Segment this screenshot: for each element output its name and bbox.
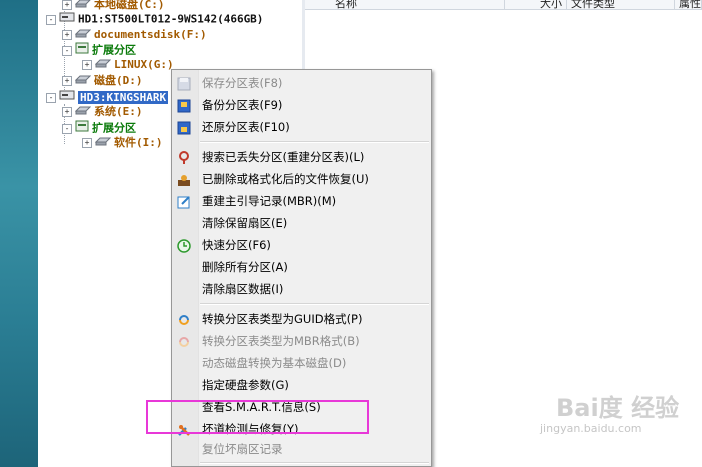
tree-node-hd1[interactable]: - HD1:ST500LT012-9WS142(466GB) xyxy=(46,11,263,27)
tree-node-e-drive[interactable]: + 系统(E:) xyxy=(62,104,143,120)
drive-icon xyxy=(94,135,112,151)
save-icon xyxy=(177,76,191,91)
drive-icon xyxy=(74,27,92,43)
collapse-toggle[interactable]: - xyxy=(46,14,56,25)
tree-node-extended-1[interactable]: - 扩展分区 xyxy=(62,42,136,58)
menu-separator xyxy=(200,462,429,464)
search-icon xyxy=(177,150,191,164)
menu-item-restore-partition-table[interactable]: 还原分区表(F10) xyxy=(172,116,431,138)
tree-node-d-drive[interactable]: + 磁盘(D:) xyxy=(62,73,143,89)
expand-toggle[interactable]: + xyxy=(62,107,72,117)
convert-icon xyxy=(177,312,191,326)
menu-item-convert-to-guid[interactable]: 转换分区表类型为GUID格式(P) xyxy=(172,308,431,330)
collapse-toggle[interactable]: - xyxy=(62,123,72,134)
mbr-icon xyxy=(177,194,191,209)
menu-item-file-recovery[interactable]: 已删除或格式化后的文件恢复(U) xyxy=(172,168,431,190)
menu-separator xyxy=(200,141,429,143)
menu-item-reset-bad-sectors[interactable]: 复位坏扇区记录 xyxy=(172,438,431,460)
menu-item-dynamic-to-basic[interactable]: 动态磁盘转换为基本磁盘(D) xyxy=(172,352,431,374)
expand-toggle[interactable]: + xyxy=(62,30,72,40)
drive-icon xyxy=(74,104,92,120)
tree-node-g-drive[interactable]: + LINUX(G:) xyxy=(82,57,174,73)
menu-item-search-lost-partitions[interactable]: 搜索已丢失分区(重建分区表)(L) xyxy=(172,146,431,168)
collapse-toggle[interactable]: - xyxy=(46,92,56,103)
restore-icon xyxy=(177,120,191,135)
tree-node-f-drive[interactable]: + documentsdisk(F:) xyxy=(62,27,207,43)
column-header-name[interactable]: 名称 xyxy=(305,0,505,10)
column-header-attr[interactable]: 属性 xyxy=(675,0,702,10)
expand-toggle[interactable]: + xyxy=(62,0,72,10)
column-header-filetype[interactable]: 文件类型 xyxy=(567,0,675,10)
backup-icon xyxy=(177,98,191,113)
menu-item-convert-to-mbr[interactable]: 转换分区表类型为MBR格式(B) xyxy=(172,330,431,352)
menu-item-clear-sector-data[interactable]: 清除扇区数据(I) xyxy=(172,278,431,300)
collapse-toggle[interactable]: - xyxy=(62,45,72,56)
clock-icon xyxy=(177,238,191,253)
menu-item-delete-all-partitions[interactable]: 删除所有分区(A) xyxy=(172,256,431,278)
expand-toggle[interactable]: + xyxy=(82,138,92,148)
selected-disk-label: HD3:KINGSHARK xyxy=(78,90,169,104)
menu-item-clear-reserved-sectors[interactable]: 清除保留扇区(E) xyxy=(172,212,431,234)
menu-item-disk-parameters[interactable]: 指定硬盘参数(G) xyxy=(172,374,431,396)
harddisk-icon xyxy=(59,11,75,28)
convert-mbr-icon xyxy=(177,334,191,348)
menu-item-save-partition-table[interactable]: 保存分区表(F8) xyxy=(172,72,431,94)
menu-item-backup-partition-table[interactable]: 备份分区表(F9) xyxy=(172,94,431,116)
expand-toggle[interactable]: + xyxy=(82,60,92,70)
tree-node-extended-2[interactable]: - 扩展分区 xyxy=(62,120,136,136)
tree-node-hd3[interactable]: - HD3:KINGSHARK xyxy=(46,89,169,105)
drive-icon xyxy=(94,57,112,73)
highlight-box xyxy=(146,400,369,434)
desktop-background xyxy=(0,0,38,467)
menu-item-quick-partition[interactable]: 快速分区(F6) xyxy=(172,234,431,256)
tree-node-i-drive[interactable]: + 软件(I:) xyxy=(82,135,163,151)
drive-icon xyxy=(74,73,92,89)
column-header-size[interactable]: 大小 xyxy=(505,0,567,10)
expand-toggle[interactable]: + xyxy=(62,76,72,86)
menu-item-rebuild-mbr[interactable]: 重建主引导记录(MBR)(M) xyxy=(172,190,431,212)
menu-separator xyxy=(200,303,429,305)
recover-icon xyxy=(177,172,191,186)
